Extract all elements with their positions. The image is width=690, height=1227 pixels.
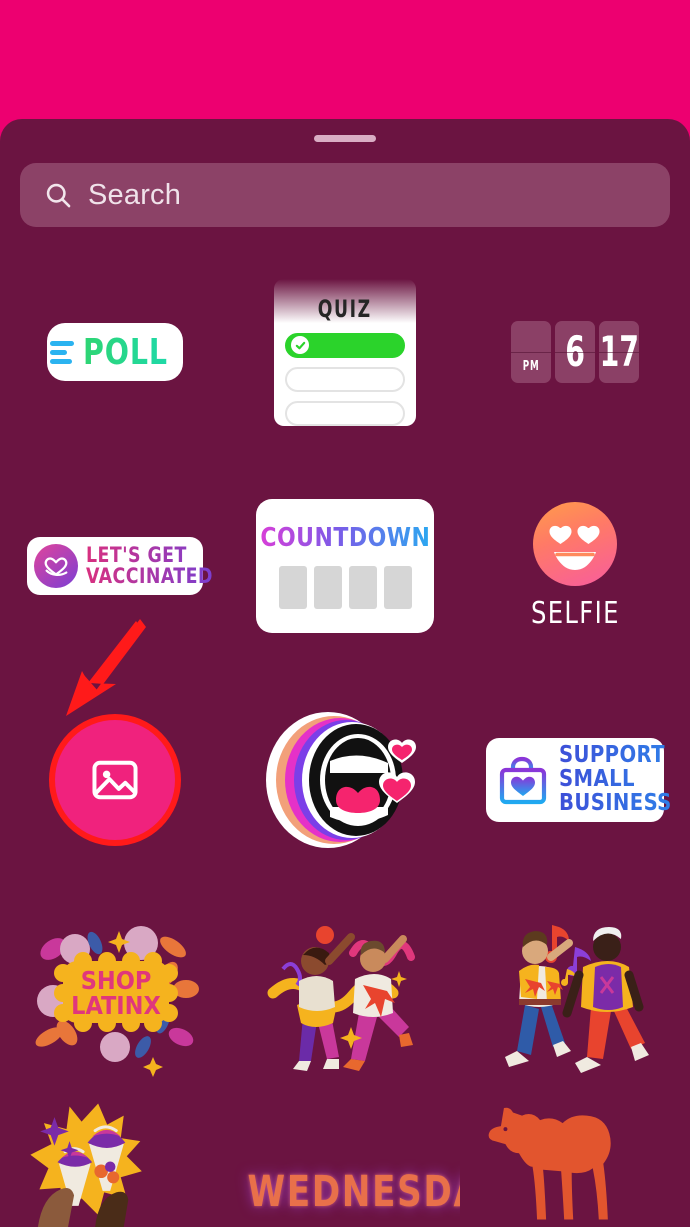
camel-icon (488, 1107, 611, 1220)
sticker-row-partial: WEDNESDAY (0, 1099, 690, 1227)
ssb-line3: BUSINESS (559, 789, 672, 816)
search-input[interactable]: Search (20, 163, 670, 227)
sticker-cell-photo[interactable] (0, 619, 230, 887)
ssb-line2: SMALL (559, 767, 672, 792)
sticker-grid: POLL QUIZ PM 6 17 LET'S GET VACCINATED C… (0, 245, 690, 1101)
poll-sticker[interactable]: POLL (47, 323, 183, 381)
sticker-cell-mouth[interactable] (230, 673, 460, 887)
time-meridiem: PM (511, 321, 551, 383)
sticker-tray-sheet: Search POLL QUIZ PM 6 17 LET'S GET VACCI… (0, 119, 690, 1227)
sticker-cell-dancers-b[interactable] (460, 887, 690, 1101)
check-icon (291, 336, 309, 354)
sticker-cell-wednesday[interactable]: WEDNESDAY (230, 1099, 460, 1227)
search-icon (44, 181, 72, 209)
sticker-cell-vaccinated[interactable]: LET'S GET VACCINATED (0, 459, 230, 673)
time-meridiem-label: PM (522, 359, 540, 374)
sticker-cell-time[interactable]: PM 6 17 (460, 245, 690, 459)
man-left (504, 931, 573, 1067)
quiz-options (285, 332, 405, 426)
time-minute-value: 17 (599, 327, 639, 376)
open-mouth-icon (266, 712, 416, 848)
sticker-cell-countdown[interactable]: COUNTDOWN (230, 459, 460, 673)
ice-cream-cones-icon (30, 1103, 142, 1227)
drag-handle[interactable] (314, 135, 376, 142)
quiz-option-empty-2[interactable] (285, 400, 405, 426)
time-minute: 17 (599, 321, 639, 383)
photo-sticker[interactable] (55, 720, 175, 840)
support-small-business-text: SUPPORT SMALL BUSINESS (559, 743, 678, 816)
selfie-sticker[interactable]: SELFIE (526, 501, 625, 631)
dancing-men-sticker[interactable] (483, 909, 668, 1079)
time-hour-value: 6 (565, 327, 585, 376)
heart-eyes-face-icon (532, 501, 617, 586)
support-small-business-sticker[interactable]: SUPPORT SMALL BUSINESS (486, 738, 671, 822)
countdown-blocks (278, 566, 412, 609)
poll-bars-icon (50, 340, 75, 364)
time-sticker[interactable]: PM 6 17 (511, 321, 639, 383)
dancing-men-music-icon (504, 925, 649, 1073)
time-hour: 6 (555, 321, 595, 383)
sticker-cell-camel[interactable] (460, 1099, 690, 1227)
sticker-cell-poll[interactable]: POLL (0, 245, 230, 459)
shop-latinx-line2: LATINX (71, 991, 161, 1020)
vaccinated-line2: VACCINATED (86, 564, 213, 588)
time-minute-group: 17 (599, 321, 639, 383)
vaccinated-line1: LET'S GET (86, 544, 213, 566)
sticker-cell-support-small-business[interactable]: SUPPORT SMALL BUSINESS (460, 673, 690, 887)
quiz-option-empty-1[interactable] (285, 366, 405, 392)
wednesday-label: WEDNESDAY (247, 1167, 460, 1217)
selfie-label: SELFIE (530, 595, 620, 631)
quiz-option-correct[interactable] (285, 332, 405, 358)
dancing-couple-icon (267, 926, 415, 1071)
screen: Search POLL QUIZ PM 6 17 LET'S GET VACCI… (0, 0, 690, 1227)
search-placeholder: Search (88, 178, 182, 211)
sticker-cell-quiz[interactable]: QUIZ (230, 245, 460, 459)
sticker-cell-shop-latinx[interactable]: SHOP LATINX (0, 887, 230, 1101)
floral-badge-icon: SHOP LATINX (35, 926, 199, 1077)
photo-image-icon (92, 760, 138, 800)
sticker-cell-dancers-a[interactable] (230, 887, 460, 1101)
quiz-sticker[interactable]: QUIZ (274, 278, 416, 426)
poll-label: POLL (83, 331, 169, 373)
mouth-sticker[interactable] (260, 705, 430, 855)
ssb-line1: SUPPORT (559, 743, 672, 768)
dancer-male (342, 935, 413, 1071)
shopping-bag-heart-icon (499, 756, 547, 805)
heart-ribbon-icon (34, 544, 78, 588)
countdown-title: COUNTDOWN (260, 523, 430, 553)
shop-latinx-sticker[interactable]: SHOP LATINX (23, 909, 208, 1079)
sticker-cell-selfie[interactable]: SELFIE (460, 459, 690, 673)
countdown-sticker[interactable]: COUNTDOWN (256, 499, 434, 633)
quiz-title: QUIZ (317, 294, 373, 323)
dancing-couple-sticker[interactable] (253, 909, 438, 1079)
vaccinated-sticker[interactable]: LET'S GET VACCINATED (27, 537, 212, 595)
sticker-cell-ice-cream[interactable] (0, 1099, 230, 1227)
vaccinated-text: LET'S GET VACCINATED (86, 544, 224, 588)
